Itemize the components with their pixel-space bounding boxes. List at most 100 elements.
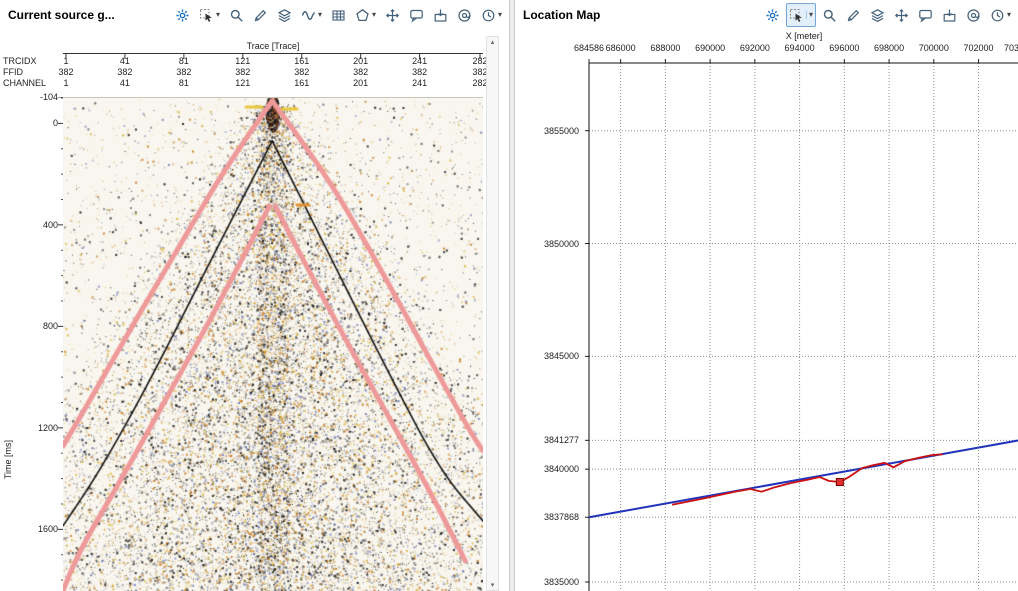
zoom-icon xyxy=(822,8,837,23)
chevron-down-icon[interactable]: ▾ xyxy=(216,11,220,19)
location-map-header: Location Map ▾ ▾ xyxy=(515,0,1018,30)
gear-icon xyxy=(175,8,190,23)
tool-export-image-button[interactable] xyxy=(939,3,960,27)
pencil-icon xyxy=(846,8,861,23)
tool-locate-button[interactable] xyxy=(963,3,984,27)
zoom-icon xyxy=(229,8,244,23)
export-icon xyxy=(942,8,957,23)
table-icon xyxy=(331,8,346,23)
tool-edit-pick-button[interactable] xyxy=(250,3,271,27)
y-tick-label: 3840000 xyxy=(521,464,579,474)
source-gather-header: Current source g... ▾ ▾ ▾ ▾ xyxy=(0,0,509,30)
tool-annotation-button[interactable] xyxy=(915,3,936,27)
time-tick-label: 800 xyxy=(18,321,58,331)
header-value: 121 xyxy=(235,56,250,66)
layers-icon xyxy=(277,8,292,23)
header-row-label-ffid: FFID xyxy=(3,67,23,77)
wave-icon xyxy=(301,8,316,23)
app-window: Current source g... ▾ ▾ ▾ ▾ Trace [Trace] T… xyxy=(0,0,1018,591)
header-value: 382 xyxy=(58,67,73,77)
time-axis-label: Time [ms] xyxy=(3,440,13,479)
time-tick-label: 400 xyxy=(18,220,58,230)
note-icon xyxy=(918,8,933,23)
header-value: 41 xyxy=(120,78,130,88)
y-tick-label: 3835000 xyxy=(521,577,579,587)
trace-axis-title: Trace [Trace] xyxy=(247,41,300,51)
tool-export-image-button[interactable] xyxy=(430,3,451,27)
header-value: 382 xyxy=(117,67,132,77)
location-map-title: Location Map xyxy=(523,8,600,22)
header-value: 41 xyxy=(120,56,130,66)
pencil-icon xyxy=(253,8,268,23)
time-tick-label: 0 xyxy=(18,118,58,128)
receiver-line xyxy=(589,440,1018,517)
header-value: 382 xyxy=(176,67,191,77)
header-value: 382 xyxy=(294,67,309,77)
tool-move-button[interactable] xyxy=(891,3,912,27)
tool-move-button[interactable] xyxy=(382,3,403,27)
at-icon xyxy=(457,8,472,23)
header-value: 121 xyxy=(235,78,250,88)
tool-polygon-button[interactable]: ▾ xyxy=(352,3,379,27)
header-row-label-channel: CHANNEL xyxy=(3,78,46,88)
y-tick-label: 3850000 xyxy=(521,239,579,249)
tool-select-mode-button[interactable]: ▾ xyxy=(196,3,223,27)
x-axis-title: X [meter] xyxy=(786,31,823,41)
source-gather-toolbar: ▾ ▾ ▾ ▾ xyxy=(172,3,505,27)
move-icon xyxy=(385,8,400,23)
tool-settings-button[interactable] xyxy=(172,3,193,27)
tool-edit-pick-button[interactable] xyxy=(843,3,864,27)
time-tick-label: -104 xyxy=(18,92,58,102)
header-value: 1 xyxy=(63,56,68,66)
tool-history-button[interactable]: ▾ xyxy=(987,3,1014,27)
vertical-scrollbar[interactable]: ▴ ▾ xyxy=(486,36,499,591)
chevron-down-icon[interactable]: ▾ xyxy=(372,11,376,19)
chevron-down-icon[interactable]: ▾ xyxy=(1007,11,1011,19)
tool-spectrum-button[interactable]: ▾ xyxy=(298,3,325,27)
clock-icon xyxy=(990,8,1005,23)
header-value: 201 xyxy=(353,78,368,88)
header-value: 81 xyxy=(179,56,189,66)
source-gather-panel: Current source g... ▾ ▾ ▾ ▾ Trace [Trace] T… xyxy=(0,0,509,591)
header-row-label-trcidx: TRCIDX xyxy=(3,56,37,66)
gear-icon xyxy=(765,8,780,23)
header-value: 201 xyxy=(353,56,368,66)
chevron-down-icon[interactable]: ▾ xyxy=(318,11,322,19)
header-value: 382 xyxy=(353,67,368,77)
header-value: 81 xyxy=(179,78,189,88)
tool-history-button[interactable]: ▾ xyxy=(478,3,505,27)
header-value: 382 xyxy=(235,67,250,77)
tool-annotation-button[interactable] xyxy=(406,3,427,27)
tool-settings-button[interactable] xyxy=(762,3,783,27)
tool-zoom-button[interactable] xyxy=(226,3,247,27)
chevron-down-icon[interactable]: ▾ xyxy=(806,11,813,19)
tool-locate-button[interactable] xyxy=(454,3,475,27)
clock-icon xyxy=(481,8,496,23)
layers-icon xyxy=(870,8,885,23)
polygon-icon xyxy=(355,8,370,23)
chevron-down-icon[interactable]: ▾ xyxy=(498,11,502,19)
location-map-panel: Location Map ▾▾ X [meter] 68458668600068… xyxy=(515,0,1018,591)
tool-zoom-button[interactable] xyxy=(819,3,840,27)
tool-layers-button[interactable] xyxy=(274,3,295,27)
tool-table-button[interactable] xyxy=(328,3,349,27)
source-gather-title: Current source g... xyxy=(8,8,115,22)
scroll-up-button[interactable]: ▴ xyxy=(487,38,498,46)
select-icon xyxy=(199,8,214,23)
export-icon xyxy=(433,8,448,23)
y-tick-label: 3845000 xyxy=(521,351,579,361)
header-value: 161 xyxy=(294,78,309,88)
tool-select-mode-button[interactable]: ▾ xyxy=(786,3,816,27)
header-value: 382 xyxy=(412,67,427,77)
location-map-plot[interactable] xyxy=(583,52,1018,591)
note-icon xyxy=(409,8,424,23)
time-axis xyxy=(50,97,64,591)
y-tick-label: 3841277 xyxy=(521,435,579,445)
move-icon xyxy=(894,8,909,23)
scroll-down-button[interactable]: ▾ xyxy=(487,581,498,589)
tool-layers-button[interactable] xyxy=(867,3,888,27)
at-icon xyxy=(966,8,981,23)
header-value: 241 xyxy=(412,56,427,66)
current-source-marker[interactable] xyxy=(836,479,843,486)
seismic-gather-canvas[interactable] xyxy=(63,97,483,591)
